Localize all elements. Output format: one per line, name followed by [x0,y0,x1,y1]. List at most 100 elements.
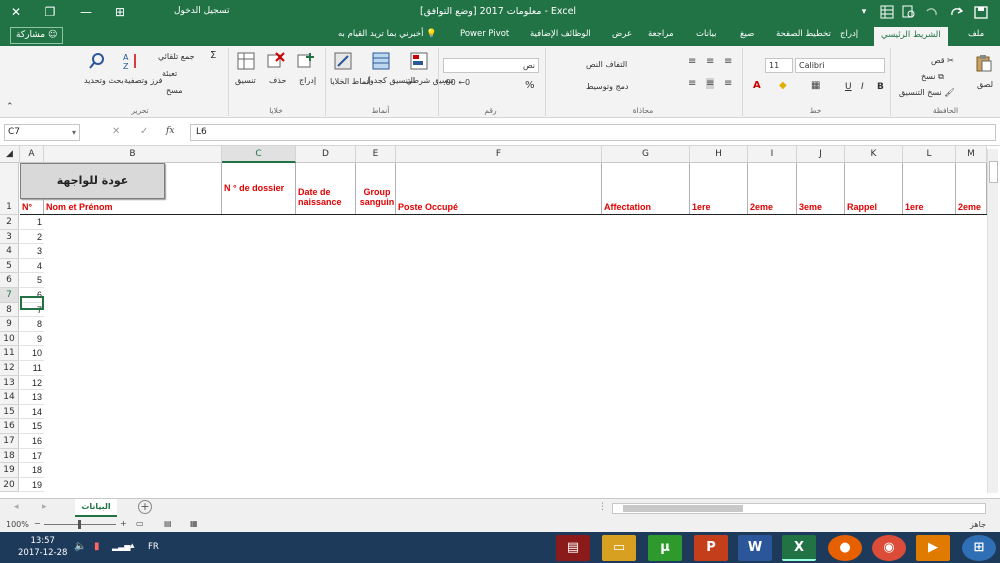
row-header-4[interactable]: 4 [0,244,19,259]
network-icon[interactable]: ▮ [94,541,100,552]
name-box-dropdown-icon[interactable]: ▾ [72,125,76,140]
column-header-L[interactable]: L [903,146,956,163]
taskbar-clock[interactable]: 13:57 2017-12-28 [18,535,67,559]
name-box[interactable]: C7 ▾ [4,124,80,141]
cell-A14[interactable]: 13 [20,390,44,405]
row-header-1[interactable]: 1 [0,163,19,215]
horizontal-scrollbar[interactable] [612,503,986,514]
signal-icon[interactable]: ▂▃▅ [112,542,130,551]
align-middle-icon[interactable]: ≡ [706,56,714,67]
column-header-F[interactable]: F [396,146,602,163]
row-header-3[interactable]: 3 [0,229,19,245]
paste-label[interactable]: لصق [977,80,993,89]
format-label[interactable]: تنسيق [235,76,256,85]
chrome-icon[interactable]: ◉ [872,535,906,561]
header-cell-I[interactable]: 2eme [750,202,797,212]
column-header-H[interactable]: H [690,146,748,163]
start-button-icon[interactable]: ⊞ [962,535,996,561]
form-icon[interactable] [880,5,894,19]
save-icon[interactable] [974,6,988,19]
column-header-E[interactable]: E [356,146,396,163]
cell-A6[interactable]: 5 [20,273,44,288]
split-handle-icon[interactable]: ⋮ [598,502,607,512]
font-size-select[interactable]: 11 [765,58,793,73]
align-center-icon[interactable]: ≡ [706,78,715,89]
fill-color-icon[interactable]: ◆ [779,80,787,91]
sheet-nav-right-icon[interactable]: ▸ [42,502,47,512]
zoom-slider-thumb[interactable] [78,520,81,529]
tray-expand-icon[interactable]: ▴ [130,541,135,551]
row-header-17[interactable]: 17 [0,434,19,449]
row-header-8[interactable]: 8 [0,302,19,318]
file-explorer-icon[interactable]: ▭ [602,535,636,561]
format-table-icon[interactable] [372,52,390,70]
column-header-B[interactable]: B [44,146,222,163]
font-name-select[interactable]: Calibri [795,58,885,73]
add-sheet-icon[interactable]: + [138,500,152,514]
sheet-tab-data[interactable]: البيانات [75,499,117,517]
vertical-scroll-thumb[interactable] [989,161,998,183]
cell-styles-icon[interactable] [334,52,352,70]
row-header-16[interactable]: 16 [0,419,19,434]
tab-power-pivot[interactable]: Power Pivot [460,29,509,39]
cell-A17[interactable]: 16 [20,434,44,449]
volume-icon[interactable]: 🔈 [74,541,86,552]
row-header-9[interactable]: 9 [0,317,19,332]
collapse-ribbon-icon[interactable]: ⌃ [6,102,14,112]
powerpoint-icon[interactable]: P [694,535,728,561]
header-cell-M[interactable]: 2eme [958,202,987,212]
align-bottom-icon[interactable]: ≡ [724,56,732,67]
row-header-7[interactable]: 7 [0,288,19,303]
row-header-11[interactable]: 11 [0,346,19,361]
language-indicator[interactable]: FR [148,542,159,552]
row-header-15[interactable]: 15 [0,404,19,420]
print-preview-icon[interactable] [902,5,916,19]
column-header-A[interactable]: A [20,146,44,163]
tab-page-layout[interactable]: تخطيط الصفحة [776,29,831,39]
cell-A19[interactable]: 18 [20,463,44,478]
merge-center-button[interactable]: دمج وتوسيط [586,82,629,91]
row-header-6[interactable]: 6 [0,273,19,288]
align-top-icon[interactable]: ≡ [688,56,696,67]
align-right-icon[interactable]: ≡ [724,78,732,89]
fill-label[interactable]: تعبئة [162,69,177,78]
function-icon[interactable]: fx [166,126,174,136]
header-cell-E[interactable]: Group sanguin [358,187,396,207]
header-cell-D[interactable]: Date de naissance [298,187,356,207]
delete-label[interactable]: حذف [269,76,286,85]
zoom-in-icon[interactable]: + [120,519,127,528]
media-player-icon[interactable]: ▶ [916,535,950,561]
borders-icon[interactable]: ▦ [811,80,820,91]
header-cell-J[interactable]: 3eme [799,202,845,212]
enter-icon[interactable]: ✓ [140,126,148,137]
share-button[interactable]: مشاركة ☺ [10,27,64,44]
row-header-19[interactable]: 19 [0,463,19,478]
header-cell-C[interactable]: N ° de dossier [224,183,296,193]
sigma-icon[interactable]: Σ [210,50,216,61]
tell-me-search[interactable]: أخبرني بما تريد القيام به 💡 [338,29,437,39]
cell-A4[interactable]: 3 [20,244,44,259]
winrar-icon[interactable]: ▤ [556,535,590,561]
cell-A18[interactable]: 17 [20,449,44,464]
horizontal-scroll-thumb[interactable] [623,505,743,512]
excel-taskbar-icon[interactable]: X [782,535,816,561]
firefox-icon[interactable]: ● [828,535,862,561]
cancel-icon[interactable]: ✕ [112,126,120,137]
header-cell-L[interactable]: 1ere [905,202,956,212]
zoom-level[interactable]: 100% [6,520,29,529]
column-header-J[interactable]: J [797,146,845,163]
signin-link[interactable]: تسجيل الدخول [174,6,229,16]
column-header-C[interactable]: C [222,146,296,163]
cell-A20[interactable]: 19 [20,478,44,493]
sheet-nav-left-icon[interactable]: ◂ [14,502,19,512]
undo-icon[interactable] [924,6,938,19]
header-cell-A[interactable]: N° [22,202,44,212]
qat-dropdown-icon[interactable]: ▾ [858,3,870,21]
find-select-label[interactable]: بحث وتحديد [84,76,124,85]
italic-button[interactable]: I [861,82,864,92]
back-to-home-button[interactable]: عودة للواجهة [20,163,165,199]
normal-view-icon[interactable]: ▦ [190,519,198,528]
tab-file[interactable]: ملف [968,29,984,39]
tab-view[interactable]: عرض [612,29,632,39]
wrap-text-button[interactable]: التفاف النص [586,60,627,69]
